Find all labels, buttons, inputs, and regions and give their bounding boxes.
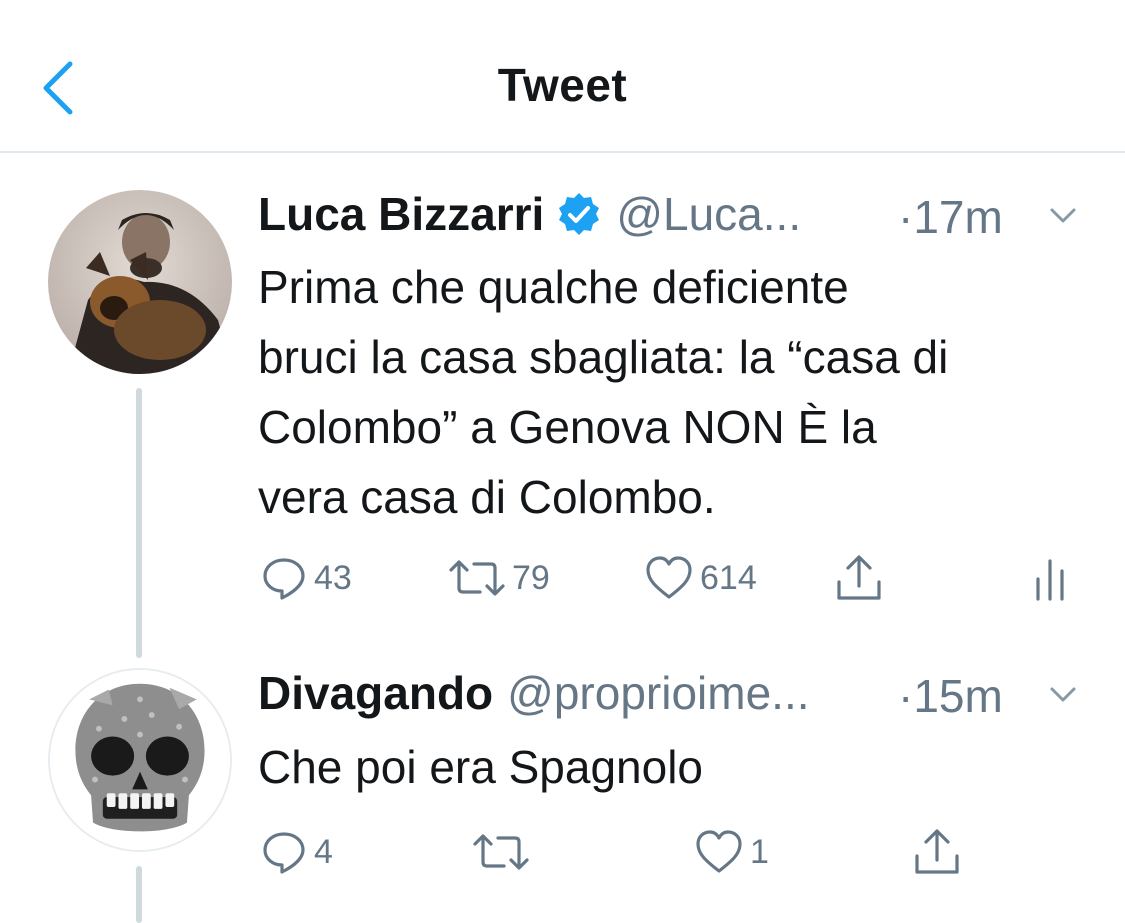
retweet-button[interactable]: [472, 822, 536, 882]
tweet-text-line: bruci la casa sbagliata: la “casa di: [258, 331, 949, 383]
chevron-down-icon[interactable]: [1046, 198, 1080, 232]
page-title: Tweet: [497, 59, 628, 111]
reply-icon: [263, 558, 305, 600]
tweet-actions: 43 79 614: [258, 548, 1078, 608]
heart-icon: [696, 830, 742, 873]
tweet-text: Prima che qualche deficiente bruci la ca…: [258, 252, 1098, 532]
author-handle[interactable]: @proprioime...: [507, 666, 809, 720]
retweet-icon: [473, 834, 529, 870]
share-button[interactable]: [834, 548, 884, 608]
top-bar: Tweet: [0, 0, 1125, 153]
tweet-text-line: vera casa di Colombo.: [258, 471, 716, 523]
tweet-text-line: Colombo” a Genova NON È la: [258, 401, 877, 453]
avatar[interactable]: [48, 190, 232, 374]
avatar[interactable]: [48, 668, 232, 852]
like-count: 1: [750, 832, 769, 871]
retweet-button[interactable]: 79: [448, 548, 550, 608]
like-button[interactable]: 614: [644, 548, 757, 608]
analytics-button[interactable]: [1030, 548, 1070, 608]
tweet-text-line: Prima che qualche deficiente: [258, 261, 849, 313]
reply-count: 4: [314, 832, 333, 871]
tweet-header: Luca Bizzarri @Luca...: [258, 186, 801, 242]
retweet-icon: [449, 560, 505, 596]
reply-count: 43: [314, 558, 352, 597]
timestamp: ·15m: [898, 670, 1003, 722]
thread-line: [136, 866, 142, 923]
verified-badge-icon: [559, 193, 600, 235]
tweet-actions: 4 1: [258, 822, 978, 882]
reply-button[interactable]: 4: [260, 822, 333, 882]
tweet-text: Che poi era Spagnolo: [258, 732, 1098, 802]
reply-button[interactable]: 43: [260, 548, 352, 608]
retweet-count: 79: [512, 558, 550, 597]
tweet-header: Divagando @proprioime...: [258, 665, 810, 721]
author-name[interactable]: Luca Bizzarri: [258, 187, 544, 241]
share-icon: [837, 555, 881, 600]
share-button[interactable]: [912, 822, 962, 882]
like-count: 614: [700, 558, 757, 597]
timestamp: ·17m: [898, 191, 1003, 243]
reply-icon: [263, 832, 305, 874]
thread-line: [136, 388, 142, 658]
author-handle[interactable]: @Luca...: [616, 187, 801, 241]
author-name[interactable]: Divagando: [258, 666, 493, 720]
tweet-text-line: Che poi era Spagnolo: [258, 741, 703, 793]
analytics-icon: [1036, 559, 1064, 601]
share-icon: [915, 829, 959, 874]
heart-icon: [646, 556, 692, 599]
like-button[interactable]: 1: [694, 822, 769, 882]
chevron-down-icon[interactable]: [1046, 677, 1080, 711]
